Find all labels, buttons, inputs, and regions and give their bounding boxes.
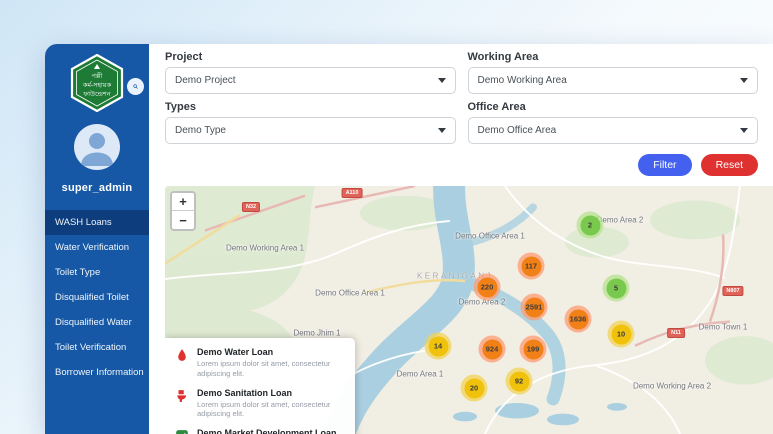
- svg-text:কর্ম-সহায়ক: কর্ম-সহায়ক: [82, 81, 112, 89]
- project-select[interactable]: Demo Project: [165, 67, 456, 94]
- types-field: Types Demo Type: [165, 101, 456, 144]
- logo-area: পল্লী কর্ম-সহায়ক ফাউন্ডেশন: [45, 44, 149, 118]
- office-area-field: Office Area Demo Office Area: [467, 101, 758, 144]
- sidebar-item-disqualified-toilet[interactable]: Disqualified Toilet: [45, 285, 149, 310]
- working-area-label: Working Area: [467, 51, 539, 63]
- sidebar-item-disqualified-water[interactable]: Disqualified Water: [45, 310, 149, 335]
- map-cluster-marker[interactable]: 924: [478, 335, 506, 363]
- legend-item-title: Demo Water Loan: [197, 347, 274, 357]
- office-area-select-value: Demo Office Area: [477, 125, 557, 136]
- map-area-label: Demo Town 1: [698, 322, 748, 332]
- project-field: Project Demo Project: [165, 51, 456, 94]
- avatar[interactable]: [74, 124, 120, 170]
- legend-item-description: Lorem ipsum dolor sit amet, consectetur …: [197, 359, 331, 378]
- pksf-logo: পল্লী কর্ম-সহায়ক ফাউন্ডেশন: [70, 53, 124, 113]
- road-shield-badge: N32: [241, 202, 261, 212]
- map-area-label: Demo Working Area 1: [225, 243, 305, 253]
- working-area-select-value: Demo Working Area: [477, 75, 567, 86]
- water-drop-icon: [175, 347, 190, 379]
- app-window: পল্লী কর্ম-সহায়ক ফাউন্ডেশন super_admin …: [45, 44, 773, 434]
- map-cluster-marker[interactable]: 1636: [564, 305, 592, 333]
- working-area-field: Working Area Demo Working Area: [467, 51, 758, 94]
- svg-text:পল্লী: পল্লী: [92, 71, 104, 80]
- sidebar-item-toilet-verification[interactable]: Toilet Verification: [45, 335, 149, 360]
- road-shield-badge: N807: [722, 286, 744, 296]
- reset-button[interactable]: Reset: [700, 154, 758, 176]
- office-area-select[interactable]: Demo Office Area: [467, 117, 758, 144]
- market-development-icon: [175, 428, 190, 434]
- working-area-select[interactable]: Demo Working Area: [467, 67, 758, 94]
- legend-item: Demo Market Development LoanLorem ipsum …: [175, 428, 345, 434]
- chevron-down-icon: [740, 128, 748, 133]
- project-select-value: Demo Project: [175, 75, 236, 86]
- sidebar-item-water-verification[interactable]: Water Verification: [45, 235, 149, 260]
- username: super_admin: [61, 182, 133, 194]
- map-area-label: Demo Office Area 1: [315, 288, 385, 298]
- legend-item-description: Lorem ipsum dolor sit amet, consectetur …: [197, 399, 331, 419]
- map-cluster-marker[interactable]: 220: [473, 273, 501, 301]
- sidebar-nav: WASH Loans Water Verification Toilet Type D…: [45, 210, 149, 385]
- svg-text:ফাউন্ডেশন: ফাউন্ডেশন: [82, 89, 111, 98]
- zoom-in-button[interactable]: +: [172, 193, 194, 211]
- map-area-label: Demo Office Area 1: [455, 231, 525, 241]
- sanitation-icon: [175, 388, 190, 420]
- search-icon: [133, 84, 138, 89]
- map-cluster-marker[interactable]: 10: [607, 320, 635, 348]
- map-cluster-marker[interactable]: 2: [576, 211, 604, 239]
- legend-items: Demo Water Loan Lorem ipsum dolor sit ame…: [175, 347, 345, 434]
- map-zoom-control: + −: [170, 191, 196, 231]
- map-cluster-marker[interactable]: 2591: [520, 293, 548, 321]
- legend-item-title: Demo Sanitation Loan: [197, 387, 293, 398]
- chevron-down-icon: [437, 78, 446, 83]
- map-area-label: Demo Jhim 1: [293, 328, 341, 338]
- map-area-label: Demo Area 1: [396, 369, 444, 379]
- office-area-label: Office Area: [467, 101, 526, 113]
- sidebar-item-borrower-information[interactable]: Borrower Information: [45, 360, 149, 385]
- road-shield-badge: N11: [667, 328, 685, 338]
- main-content: Project Demo Project Working Area Demo W…: [149, 44, 773, 434]
- types-label: Types: [165, 101, 196, 113]
- map-cluster-marker[interactable]: 92: [505, 367, 533, 395]
- chevron-down-icon: [740, 78, 748, 83]
- types-select[interactable]: Demo Type: [165, 117, 456, 144]
- map[interactable]: + − Demo Working Area 1 Demo Office Area …: [165, 186, 773, 434]
- sidebar-search-button[interactable]: [127, 78, 144, 95]
- map-cluster-marker[interactable]: 20: [460, 374, 488, 402]
- map-area-label: Demo Area 2: [596, 215, 644, 225]
- filter-button[interactable]: Filter: [638, 154, 692, 176]
- map-cluster-marker[interactable]: 5: [602, 274, 630, 302]
- filter-actions: Filter Reset: [165, 154, 758, 176]
- user-icon: [81, 133, 113, 166]
- filter-form: Project Demo Project Working Area Demo W…: [165, 51, 773, 144]
- map-legend: Demo Water Loan Lorem ipsum dolor sit ame…: [165, 338, 355, 434]
- legend-item: Demo Sanitation Loan Lorem ipsum dolor si…: [175, 388, 345, 420]
- map-cluster-marker[interactable]: 14: [424, 332, 452, 360]
- legend-item: Demo Water Loan Lorem ipsum dolor sit ame…: [175, 347, 345, 379]
- legend-item-title: Demo Market Development Loan: [197, 428, 337, 434]
- map-cluster-marker[interactable]: 199: [519, 335, 547, 363]
- sidebar-item-toilet-type[interactable]: Toilet Type: [45, 260, 149, 285]
- sidebar: পল্লী কর্ম-সহায়ক ফাউন্ডেশন super_admin …: [45, 44, 149, 434]
- zoom-out-button[interactable]: −: [172, 211, 194, 229]
- chevron-down-icon: [437, 128, 446, 133]
- map-cluster-marker[interactable]: 117: [517, 252, 545, 280]
- types-select-value: Demo Type: [175, 125, 226, 136]
- road-shield-badge: A110: [341, 188, 363, 198]
- sidebar-item-wash-loans[interactable]: WASH Loans: [45, 210, 149, 235]
- project-label: Project: [165, 51, 203, 63]
- map-area-label: Demo Working Area 2: [632, 381, 712, 391]
